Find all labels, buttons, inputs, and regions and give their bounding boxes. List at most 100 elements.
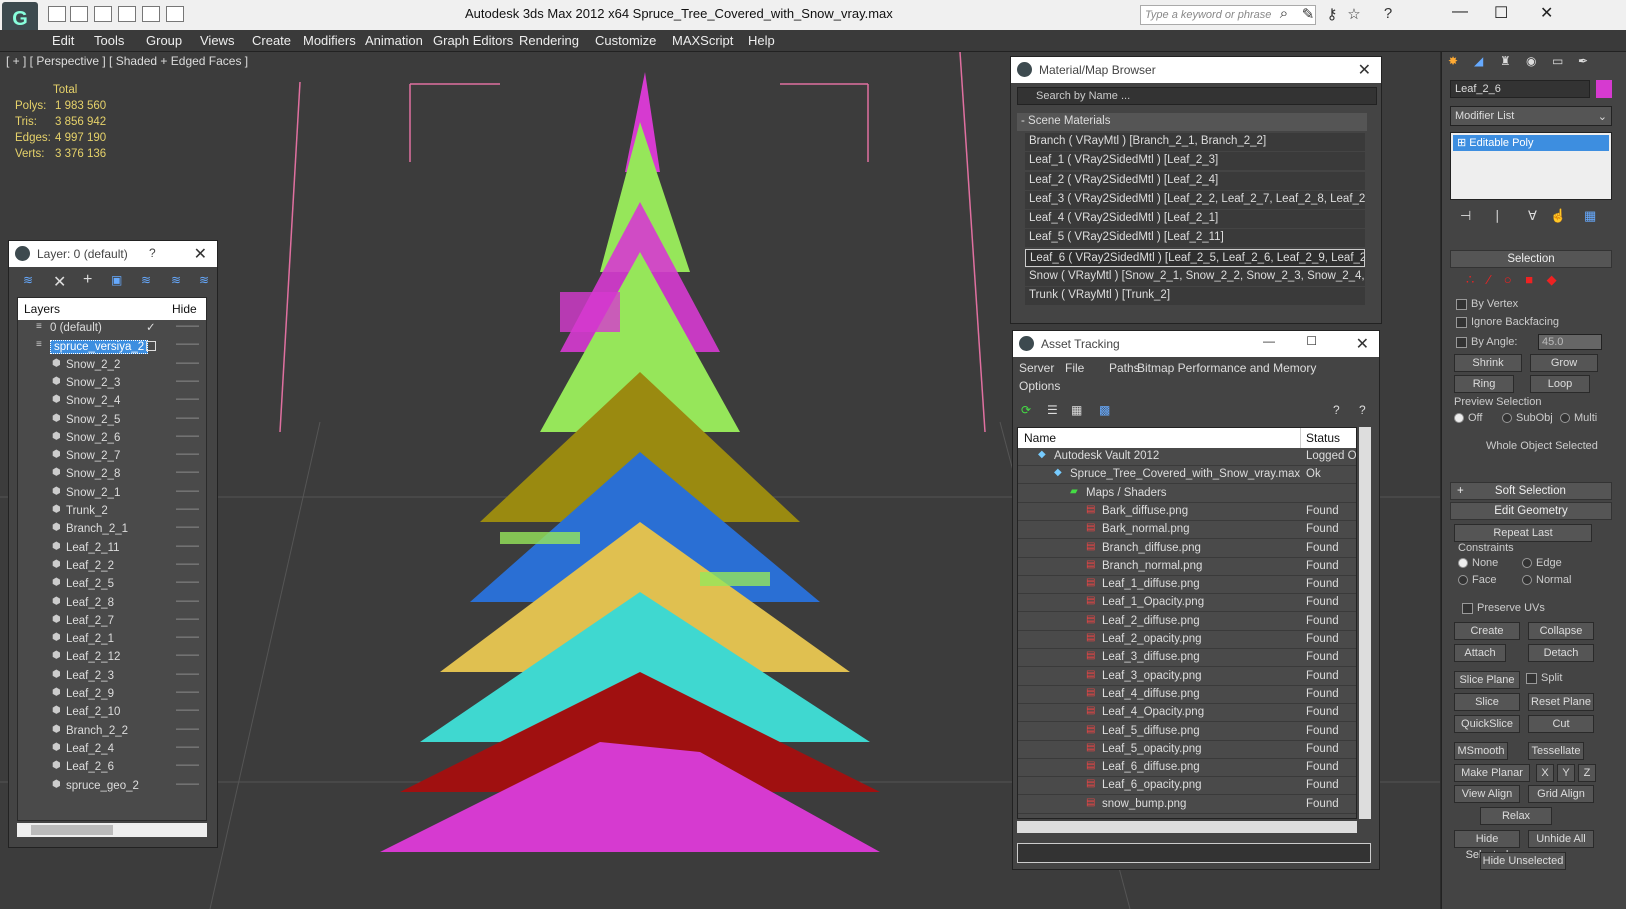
hide-toggle[interactable]: —— <box>176 503 199 515</box>
layer-row[interactable]: ⬢ Leaf_2_10 —— <box>18 704 206 722</box>
asset-row[interactable]: ◆ Spruce_Tree_Covered_with_Snow_vray.max O… <box>1018 466 1356 485</box>
split-checkbox[interactable]: Split <box>1526 672 1562 684</box>
hide-toggle[interactable]: —— <box>176 631 199 643</box>
name-column-header[interactable]: Name <box>1024 431 1056 445</box>
asset-row[interactable]: ▤ Leaf_5_opacity.png Found <box>1018 741 1356 759</box>
view-align-button[interactable]: View Align <box>1454 785 1520 803</box>
hide-selected-button[interactable]: Hide Selected <box>1454 830 1520 861</box>
close-icon[interactable]: ✕ <box>1358 60 1371 80</box>
hide-toggle[interactable]: —— <box>176 576 199 588</box>
layer-row[interactable]: ≡ 0 (default) ✓ —— <box>18 320 206 338</box>
planar-x-button[interactable]: X <box>1536 764 1554 782</box>
menu-tools[interactable]: Tools <box>94 33 124 48</box>
options-icon[interactable]: ? <box>1359 403 1366 417</box>
layer-row[interactable]: ⬢ Snow_2_2 —— <box>18 357 206 375</box>
edge-icon[interactable]: ⁄ <box>1488 272 1490 287</box>
minimize-icon[interactable]: — <box>1263 334 1275 348</box>
preserve-uvs-checkbox[interactable]: Preserve UVs <box>1462 602 1545 614</box>
layer-row[interactable]: ⬢ Leaf_2_7 —— <box>18 613 206 631</box>
star-icon[interactable]: ☆ <box>1344 5 1364 25</box>
hold-icon[interactable] <box>142 6 160 22</box>
status-column-header[interactable]: Status <box>1306 431 1340 445</box>
slice-plane-button[interactable]: Slice Plane <box>1454 671 1520 689</box>
menu-edit[interactable]: Edit <box>52 33 74 48</box>
hierarchy-tab-icon[interactable]: ♜ <box>1500 54 1511 68</box>
asset-row[interactable]: ▤ Leaf_5_diffuse.png Found <box>1018 723 1356 741</box>
unhide-all-button[interactable]: Unhide All <box>1528 830 1594 848</box>
asset-row[interactable]: ▤ Leaf_2_opacity.png Found <box>1018 631 1356 649</box>
by-angle-checkbox[interactable]: By Angle: <box>1456 336 1517 348</box>
help-icon[interactable]: ? <box>1333 403 1340 417</box>
create-button[interactable]: Create <box>1454 622 1520 640</box>
quickslice-button[interactable]: QuickSlice <box>1454 715 1520 733</box>
hide-toggle[interactable]: —— <box>176 375 199 387</box>
element-icon[interactable]: ◆ <box>1547 272 1557 287</box>
asset-row[interactable]: ▤ Bark_normal.png Found <box>1018 521 1356 540</box>
menu-maxscript[interactable]: MAXScript <box>672 33 733 48</box>
preview-off-radio[interactable]: Off <box>1454 412 1482 424</box>
make-unique-icon[interactable]: ∀ <box>1528 208 1537 224</box>
material-item[interactable]: Trunk ( VRayMtl ) [Trunk_2] <box>1025 287 1365 306</box>
hide-toggle[interactable]: —— <box>176 759 199 771</box>
thumbnail-icon[interactable]: ▦ <box>1071 403 1082 417</box>
hide-all-icon[interactable]: ≋ <box>171 273 181 287</box>
collapse-button[interactable]: Collapse <box>1528 622 1594 640</box>
hide-toggle[interactable]: —— <box>176 412 199 424</box>
layer-row[interactable]: ⬢ Branch_2_2 —— <box>18 723 206 741</box>
asset-menu-options[interactable]: Options <box>1019 379 1060 393</box>
slice-button[interactable]: Slice <box>1454 693 1520 711</box>
asset-row[interactable]: ▤ snow_bump.png Found <box>1018 796 1356 814</box>
detach-button[interactable]: Detach <box>1528 644 1594 662</box>
hide-toggle[interactable]: —— <box>176 430 199 442</box>
layer-row[interactable]: ⬢ Leaf_2_2 —— <box>18 558 206 576</box>
repeat-last-button[interactable]: Repeat Last <box>1454 524 1592 542</box>
layers-column-header[interactable]: Layers <box>24 302 60 316</box>
hide-toggle[interactable]: —— <box>176 393 199 405</box>
binoculars-icon[interactable]: ⌕ <box>1274 5 1294 25</box>
preview-multi-radio[interactable]: Multi <box>1560 412 1597 424</box>
layer-row[interactable]: ⬢ Leaf_2_11 —— <box>18 540 206 558</box>
asset-row[interactable]: ▤ Branch_normal.png Found <box>1018 558 1356 576</box>
show-end-result-icon[interactable]: ∣ <box>1494 208 1501 224</box>
configure-sets-icon[interactable]: ▦ <box>1584 208 1596 224</box>
hide-toggle[interactable]: —— <box>176 357 199 369</box>
asset-row[interactable]: ▰ Maps / Shaders <box>1018 485 1356 503</box>
minimize-button[interactable]: — <box>1452 3 1468 21</box>
layer-row[interactable]: ⬢ Trunk_2 —— <box>18 503 206 521</box>
layer-row[interactable]: ⬢ Snow_2_6 —— <box>18 430 206 448</box>
asset-menu-file[interactable]: File <box>1065 361 1084 375</box>
material-item[interactable]: Leaf_6 ( VRay2SidedMtl ) [Leaf_2_5, Leaf… <box>1025 248 1365 267</box>
menu-rendering[interactable]: Rendering <box>519 33 579 48</box>
open-icon[interactable] <box>48 6 66 22</box>
material-browser-title-bar[interactable]: Material/Map Browser ✕ <box>1011 57 1381 83</box>
shrink-button[interactable]: Shrink <box>1454 354 1522 372</box>
layer-row[interactable]: ⬢ spruce_geo_2 —— <box>18 778 206 796</box>
material-item[interactable]: Leaf_5 ( VRay2SidedMtl ) [Leaf_2_11] <box>1025 229 1365 248</box>
asset-row[interactable]: ▤ Leaf_2_diffuse.png Found <box>1018 613 1356 631</box>
hide-toggle[interactable]: —— <box>176 320 199 332</box>
modify-tab-icon[interactable]: ◢ <box>1474 54 1483 68</box>
layer-row[interactable]: ⬢ Leaf_2_5 —— <box>18 576 206 594</box>
material-item[interactable]: Leaf_4 ( VRay2SidedMtl ) [Leaf_2_1] <box>1025 210 1365 229</box>
freeze-all-icon[interactable]: ≋ <box>199 273 209 287</box>
maximize-button[interactable]: ☐ <box>1494 3 1508 23</box>
display-tab-icon[interactable]: ▭ <box>1552 54 1563 68</box>
hide-toggle[interactable]: —— <box>176 741 199 753</box>
help-button[interactable]: ? <box>149 246 156 260</box>
redo-icon[interactable] <box>118 6 136 22</box>
soft-selection-rollout[interactable]: + Soft Selection <box>1450 482 1612 500</box>
polygon-icon[interactable]: ■ <box>1525 272 1533 287</box>
attach-button[interactable]: Attach <box>1454 644 1506 662</box>
close-icon[interactable]: ✕ <box>1356 334 1369 354</box>
layer-row[interactable]: ≡ spruce_versiya_2 —— <box>18 338 206 356</box>
remove-modifier-icon[interactable]: ☝ <box>1550 208 1566 224</box>
list-icon[interactable]: ☰ <box>1047 403 1058 417</box>
material-item[interactable]: Leaf_2 ( VRay2SidedMtl ) [Leaf_2_4] <box>1025 171 1365 190</box>
constraint-none-radio[interactable]: None <box>1458 557 1498 569</box>
layer-row[interactable]: ⬢ Snow_2_5 —— <box>18 412 206 430</box>
cut-button[interactable]: Cut <box>1528 715 1594 733</box>
layer-panel-title-bar[interactable]: Layer: 0 (default) ? ✕ <box>9 241 217 267</box>
asset-row[interactable]: ▤ Leaf_3_opacity.png Found <box>1018 668 1356 686</box>
layer-row[interactable]: ⬢ Leaf_2_6 —— <box>18 759 206 777</box>
material-search-input[interactable]: Search by Name ... <box>1017 87 1377 105</box>
